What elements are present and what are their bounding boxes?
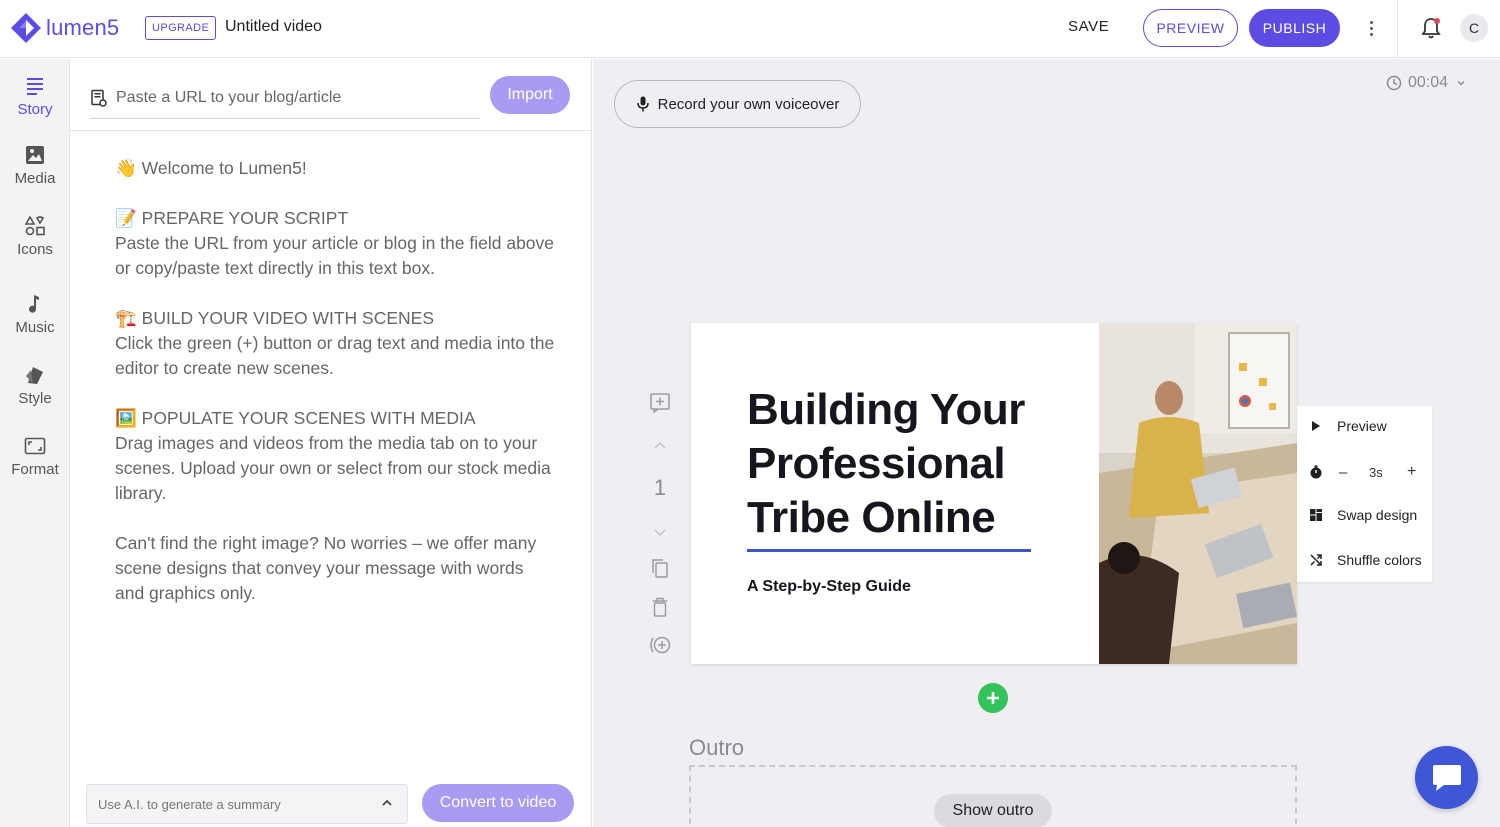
record-voiceover-label: Record your own voiceover	[657, 95, 840, 113]
swap-design-button[interactable]: Swap design	[1297, 495, 1432, 535]
sidebar-item-media[interactable]: Media	[0, 144, 70, 187]
scene-options-menu: Preview – 3s + Swap design Shuffle color…	[1297, 406, 1432, 582]
plus-icon	[987, 692, 999, 704]
record-voiceover-button[interactable]: Record your own voiceover	[614, 80, 861, 128]
header-divider	[1397, 0, 1398, 58]
lumen5-logo[interactable]: lumen5	[10, 12, 119, 44]
upgrade-button[interactable]: UPGRADE	[145, 16, 217, 40]
logo-wordmark: lumen5	[46, 15, 120, 40]
script-paragraph: 🖼️ POPULATE YOUR SCENES WITH MEDIA Drag …	[115, 408, 551, 503]
ai-summary-label: Use A.I. to generate a summary	[98, 796, 281, 812]
story-panel: Import 👋 Welcome to Lumen5! 📝 PREPARE YO…	[70, 59, 592, 827]
play-icon	[1312, 421, 1320, 431]
shuffle-colors-label: Shuffle colors	[1337, 552, 1422, 568]
sidebar: Story Media Icons Music Style Format	[0, 59, 70, 827]
chat-bubble-icon	[1432, 764, 1461, 791]
save-button[interactable]: SAVE	[1068, 18, 1109, 35]
script-text-box[interactable]: 👋 Welcome to Lumen5! 📝 PREPARE YOUR SCRI…	[115, 156, 555, 631]
scene-canvas: Record your own voiceover 00:04 1 Buildi…	[593, 59, 1500, 827]
convert-to-video-button[interactable]: Convert to video	[422, 784, 574, 822]
scene-subtitle[interactable]: A Step-by-Step Guide	[747, 578, 1047, 596]
layout-grid-icon	[1310, 509, 1322, 521]
duplicate-scene-icon[interactable]	[647, 555, 673, 581]
sidebar-item-story[interactable]: Story	[0, 75, 70, 118]
sidebar-item-label: Music	[15, 319, 55, 336]
sidebar-item-label: Icons	[17, 241, 53, 258]
clock-icon	[1386, 75, 1402, 91]
sidebar-item-music[interactable]: Music	[0, 293, 70, 336]
ai-summary-select[interactable]: Use A.I. to generate a summary	[86, 784, 408, 824]
sidebar-item-label: Format	[11, 461, 59, 478]
sidebar-item-icons[interactable]: Icons	[0, 215, 70, 258]
story-footer: Use A.I. to generate a summary Convert t…	[70, 779, 591, 827]
top-bar: lumen5 UPGRADE Untitled video SAVE PREVI…	[0, 0, 1500, 58]
increase-duration-button[interactable]: +	[1407, 463, 1416, 481]
notification-bell-icon[interactable]	[1420, 16, 1442, 40]
url-input[interactable]	[116, 88, 466, 107]
scene-number: 1	[653, 475, 667, 500]
user-avatar[interactable]: C	[1460, 14, 1488, 42]
sidebar-item-label: Media	[14, 170, 56, 187]
chevron-up-icon	[382, 799, 392, 806]
sidebar-item-label: Style	[18, 390, 52, 407]
scene-duration-value: 3s	[1369, 464, 1383, 480]
url-field[interactable]	[90, 77, 480, 119]
scene-photo-office-meeting[interactable]	[1099, 323, 1297, 664]
stopwatch-icon	[1310, 465, 1322, 479]
scene-preview-button[interactable]: Preview	[1297, 406, 1432, 446]
move-scene-up-icon[interactable]	[647, 433, 673, 459]
scene-card[interactable]: Building Your Professional Tribe Online …	[691, 323, 1297, 664]
video-duration[interactable]: 00:04	[1386, 74, 1472, 92]
article-link-icon	[91, 89, 107, 107]
sidebar-item-label: Story	[17, 101, 53, 118]
chat-support-button[interactable]	[1415, 746, 1478, 809]
script-paragraph: 👋 Welcome to Lumen5!	[115, 158, 307, 178]
import-button[interactable]: Import	[490, 76, 570, 114]
sidebar-item-format[interactable]: Format	[0, 435, 70, 478]
outro-heading: Outro	[689, 735, 745, 760]
scene-duration-stepper: – 3s +	[1297, 452, 1432, 492]
shapes-icon	[24, 215, 45, 236]
move-scene-down-icon[interactable]	[647, 519, 673, 545]
chevron-down-icon	[1457, 81, 1465, 86]
lumen5-logo-mark-icon	[11, 13, 41, 43]
preview-button[interactable]: PREVIEW	[1143, 9, 1238, 47]
scene-title[interactable]: Building Your Professional Tribe Online	[747, 383, 1047, 545]
script-paragraph: 🏗️ BUILD YOUR VIDEO WITH SCENES Click th…	[115, 308, 555, 378]
script-paragraph: 📝 PREPARE YOUR SCRIPT Paste the URL from…	[115, 208, 555, 278]
music-note-icon	[29, 295, 39, 313]
add-text-scene-icon[interactable]	[647, 389, 673, 415]
publish-button[interactable]: PUBLISH	[1249, 9, 1340, 47]
aspect-ratio-icon	[24, 437, 46, 455]
scene-title-underline	[747, 549, 1031, 552]
swap-design-label: Swap design	[1337, 507, 1418, 523]
show-outro-button[interactable]: Show outro	[934, 794, 1052, 827]
duration-value: 00:04	[1408, 74, 1449, 91]
scene-preview-label: Preview	[1337, 418, 1387, 434]
story-lines-icon	[27, 78, 43, 95]
delete-scene-icon[interactable]	[647, 594, 673, 620]
scene-text-block: Building Your Professional Tribe Online …	[747, 383, 1047, 596]
microphone-icon	[636, 96, 649, 112]
style-swatch-icon	[26, 367, 43, 384]
add-scene-button[interactable]	[978, 683, 1008, 713]
image-icon	[26, 146, 44, 164]
shuffle-icon	[1310, 554, 1322, 566]
video-title[interactable]: Untitled video	[225, 18, 322, 36]
shuffle-colors-button[interactable]: Shuffle colors	[1297, 540, 1432, 580]
script-paragraph: Can't find the right image? No worries –…	[115, 533, 537, 603]
add-scene-after-icon[interactable]	[647, 632, 673, 658]
decrease-duration-button[interactable]: –	[1339, 464, 1347, 481]
more-options-icon[interactable]	[1362, 16, 1380, 40]
sidebar-item-style[interactable]: Style	[0, 364, 70, 407]
url-import-row: Import	[70, 59, 591, 131]
